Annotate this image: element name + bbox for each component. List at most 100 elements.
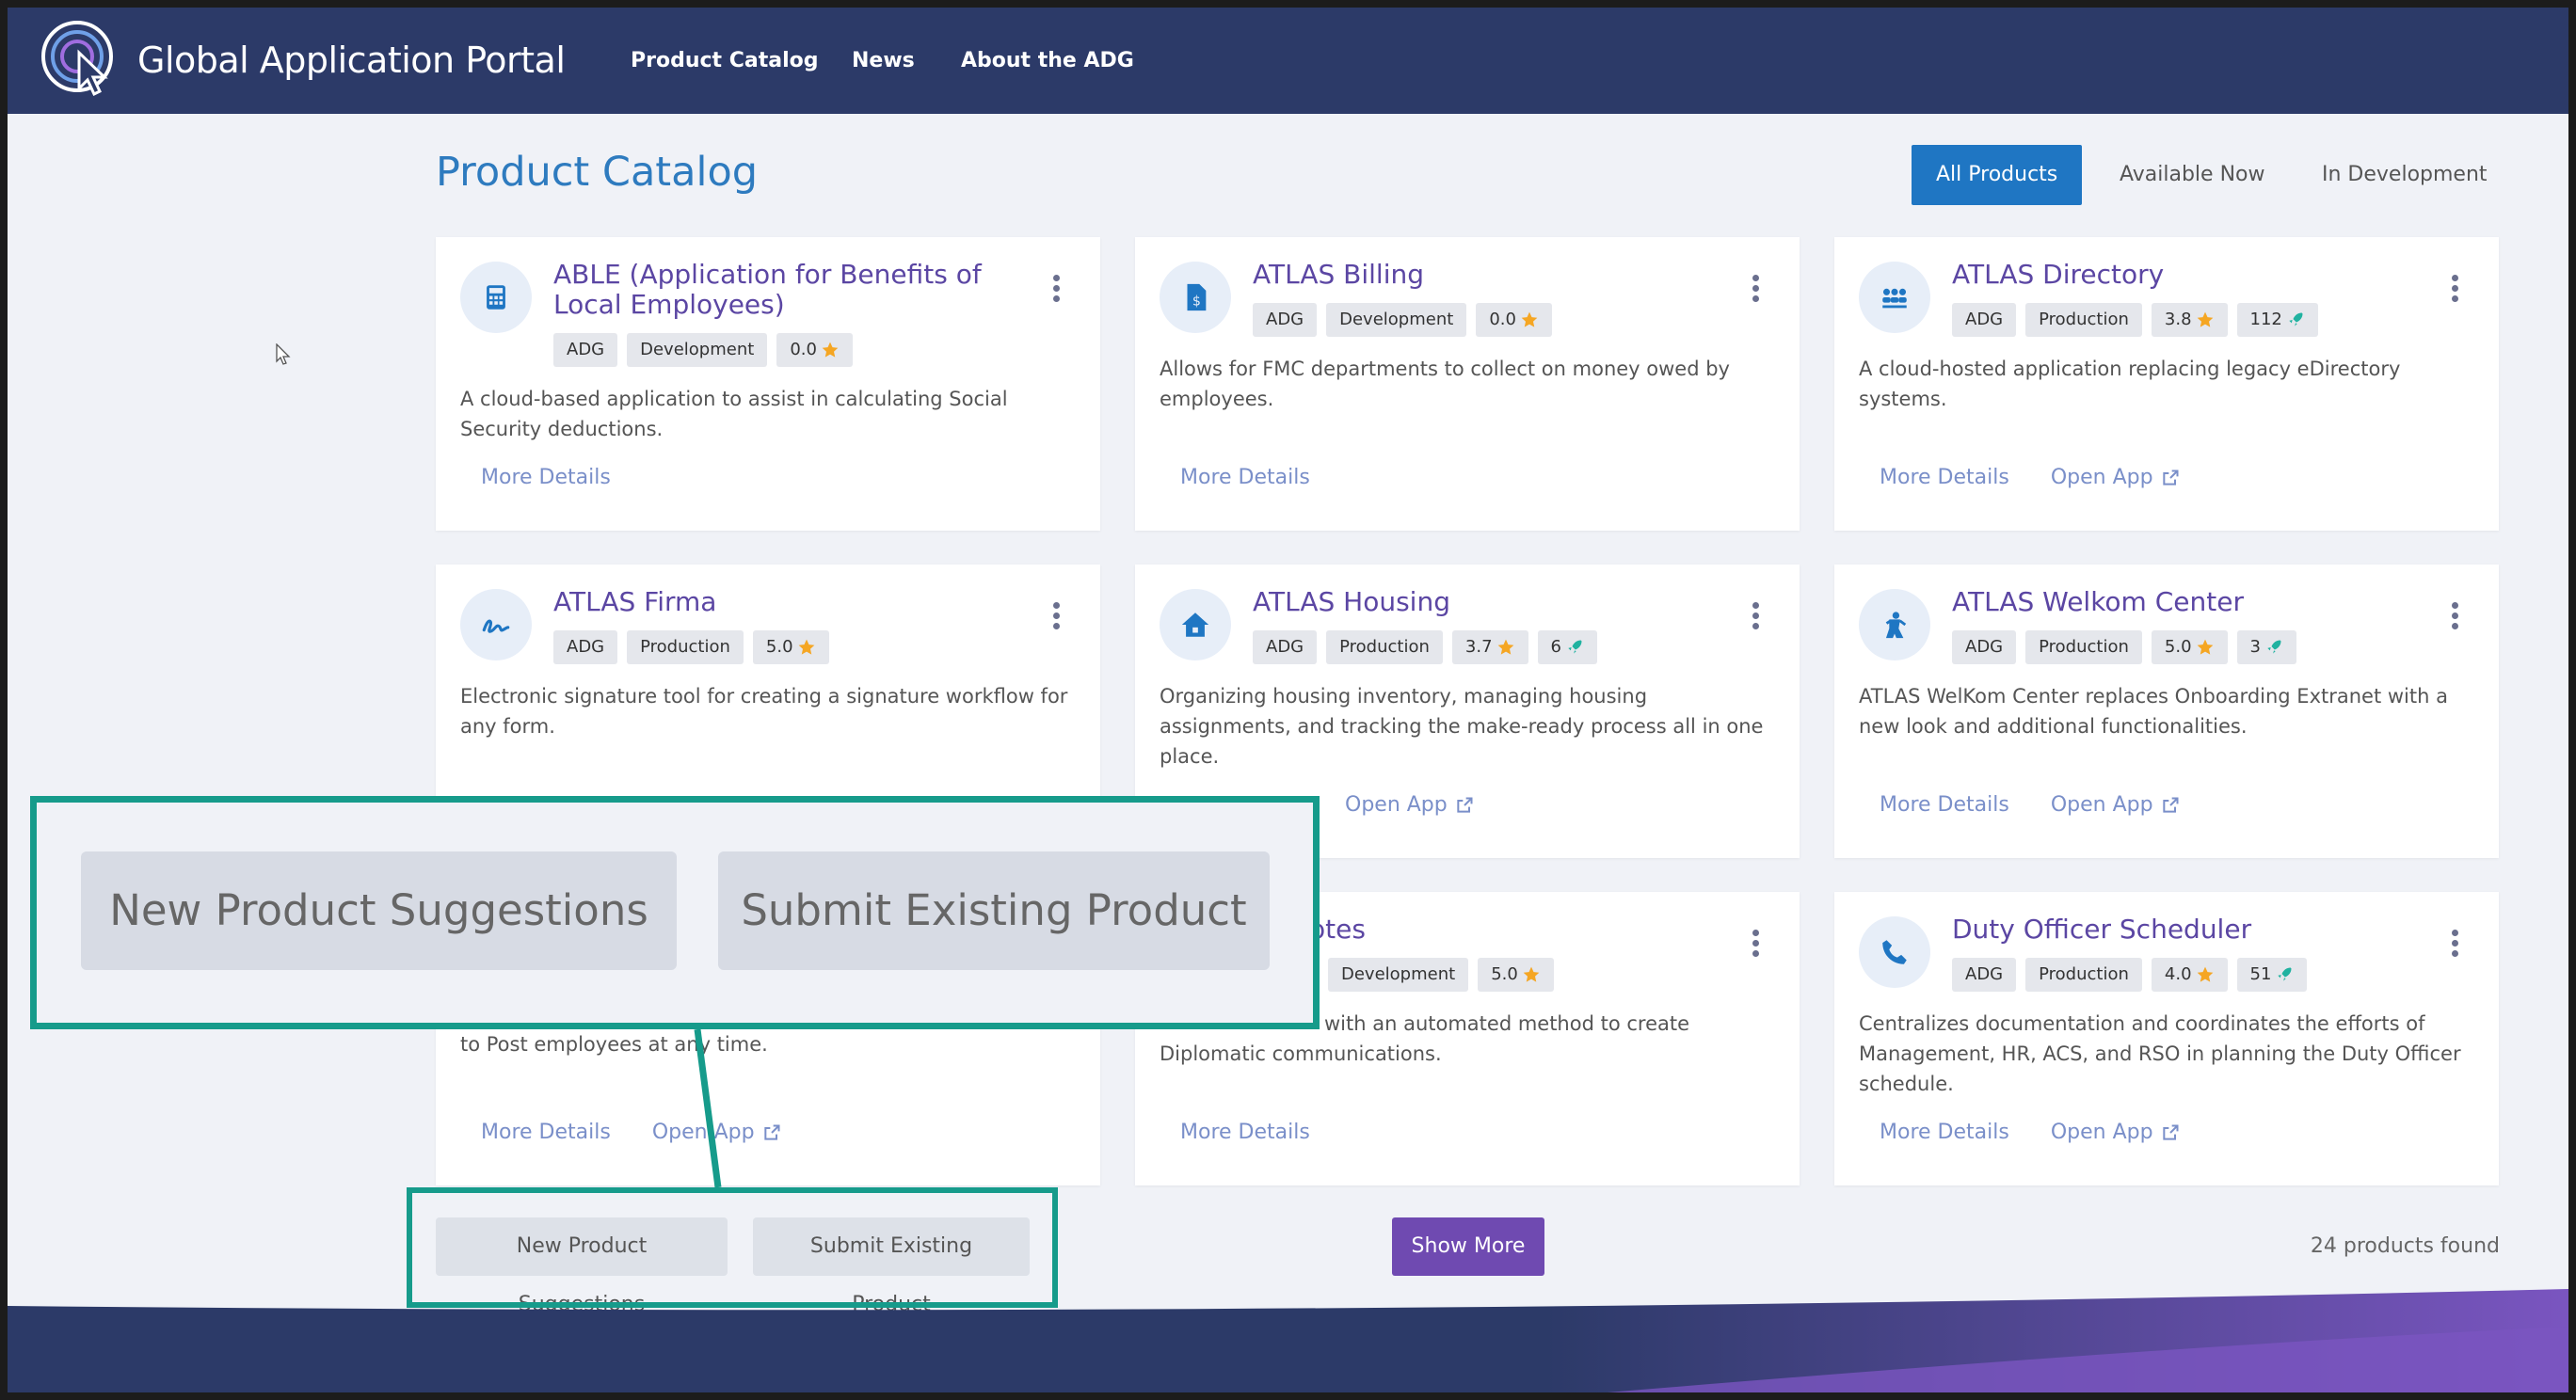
product-title[interactable]: ATLAS Housing bbox=[1253, 587, 1733, 617]
more-details-link[interactable]: More Details bbox=[1880, 1121, 2009, 1144]
nav-about-adg[interactable]: About the ADG bbox=[961, 8, 1134, 114]
card-menu-icon[interactable] bbox=[1051, 602, 1061, 630]
product-description: Organizing housing inventory, managing h… bbox=[1160, 685, 1764, 768]
more-details-link[interactable]: More Details bbox=[1180, 1121, 1310, 1144]
rating-value: 3.8 bbox=[2164, 310, 2192, 329]
launch-count-badge: 3 bbox=[2236, 630, 2296, 664]
mouse-cursor-icon bbox=[276, 343, 291, 365]
portal-logo-icon[interactable] bbox=[40, 19, 119, 98]
star-icon bbox=[798, 639, 814, 655]
open-app-label[interactable]: Open App bbox=[1345, 793, 1448, 817]
card-menu-icon[interactable] bbox=[2450, 602, 2459, 630]
nav-news[interactable]: News bbox=[852, 8, 915, 114]
more-details-link[interactable]: More Details bbox=[481, 1121, 611, 1144]
org-badge: ADG bbox=[1952, 958, 2017, 992]
product-title[interactable]: ATLAS Billing bbox=[1253, 260, 1733, 290]
rating-badge: 4.0 bbox=[2151, 958, 2228, 992]
card-menu-icon[interactable] bbox=[1051, 275, 1061, 303]
top-navbar: Global Application Portal Product Catalo… bbox=[8, 8, 2568, 114]
open-app-label[interactable]: Open App bbox=[652, 1121, 755, 1144]
open-app-label[interactable]: Open App bbox=[2051, 793, 2153, 817]
card-menu-icon[interactable] bbox=[1751, 602, 1760, 630]
rating-value: 5.0 bbox=[1491, 964, 1518, 984]
more-details-link[interactable]: More Details bbox=[1880, 466, 2009, 489]
svg-text:$: $ bbox=[1192, 294, 1201, 310]
rocket-icon bbox=[2289, 312, 2303, 326]
page-title: Product Catalog bbox=[436, 149, 759, 196]
filter-in-development[interactable]: In Development bbox=[2297, 145, 2512, 205]
product-title[interactable]: ATLAS Directory bbox=[1952, 260, 2432, 290]
rating-badge: 5.0 bbox=[2151, 630, 2228, 664]
filter-all-products[interactable]: All Products bbox=[1912, 145, 2083, 205]
org-badge: ADG bbox=[553, 630, 618, 664]
org-badge: ADG bbox=[1952, 303, 2017, 337]
status-badge: Production bbox=[627, 630, 744, 664]
more-details-link[interactable]: More Details bbox=[1180, 466, 1310, 489]
app-title[interactable]: Global Application Portal bbox=[137, 8, 566, 114]
rocket-icon bbox=[1568, 640, 1582, 654]
product-description: A cloud-based application to assist in c… bbox=[460, 388, 1008, 440]
open-app-link[interactable]: Open App bbox=[652, 1121, 781, 1144]
nav-product-catalog[interactable]: Product Catalog bbox=[631, 8, 818, 114]
card-menu-icon[interactable] bbox=[1751, 275, 1760, 303]
launch-count: 3 bbox=[2249, 637, 2261, 657]
more-details-link[interactable]: More Details bbox=[1880, 793, 2009, 817]
product-description: Allows for FMC departments to collect on… bbox=[1160, 358, 1730, 410]
open-app-label[interactable]: Open App bbox=[2051, 1121, 2153, 1144]
open-app-link[interactable]: Open App bbox=[2051, 466, 2180, 489]
product-title[interactable]: Duty Officer Scheduler bbox=[1952, 915, 2432, 945]
launch-count-badge: 51 bbox=[2236, 958, 2308, 992]
star-icon bbox=[2197, 966, 2213, 982]
rating-badge: 5.0 bbox=[752, 630, 829, 664]
rating-badge: 5.0 bbox=[1478, 958, 1554, 992]
product-card-able[interactable]: ABLE (Application for Benefits of Local … bbox=[436, 237, 1100, 531]
zoom-new-product-suggestions-button[interactable]: New Product Suggestions bbox=[81, 851, 677, 970]
card-menu-icon[interactable] bbox=[2450, 275, 2459, 303]
phone-icon bbox=[1859, 916, 1930, 988]
open-app-label[interactable]: Open App bbox=[2051, 466, 2153, 489]
product-title[interactable]: ATLAS Firma bbox=[553, 587, 1033, 617]
zoom-submit-existing-product-button[interactable]: Submit Existing Product bbox=[718, 851, 1270, 970]
rating-value: 5.0 bbox=[765, 637, 793, 657]
product-description: Electronic signature tool for creating a… bbox=[460, 685, 1068, 738]
external-link-icon bbox=[2162, 797, 2179, 813]
status-badge: Production bbox=[2025, 958, 2142, 992]
star-icon bbox=[2197, 311, 2213, 327]
status-badge: Production bbox=[2025, 630, 2142, 664]
product-card-atlas-welkom[interactable]: ATLAS Welkom Center ADG Production 5.0 3… bbox=[1834, 565, 2499, 858]
card-menu-icon[interactable] bbox=[1751, 930, 1760, 958]
open-app-link[interactable]: Open App bbox=[1345, 793, 1474, 817]
launch-count-badge: 112 bbox=[2236, 303, 2318, 337]
product-title[interactable]: ABLE (Application for Benefits of Local … bbox=[553, 260, 1033, 320]
external-link-icon bbox=[2162, 1124, 2179, 1140]
star-icon bbox=[1497, 639, 1513, 655]
rating-value: 0.0 bbox=[790, 340, 817, 359]
product-description: to Post employees at any time. bbox=[460, 1033, 768, 1056]
card-menu-icon[interactable] bbox=[2450, 930, 2459, 958]
product-card-atlas-billing[interactable]: $ ATLAS Billing ADG Development 0.0 Allo… bbox=[1135, 237, 1800, 531]
browser-viewport: Global Application Portal Product Catalo… bbox=[8, 8, 2568, 1392]
product-description: A cloud-hosted application replacing leg… bbox=[1859, 358, 2401, 410]
star-icon bbox=[822, 342, 839, 358]
external-link-icon bbox=[2162, 469, 2179, 485]
rating-badge: 3.8 bbox=[2151, 303, 2228, 337]
product-description: ATLAS WelKom Center replaces Onboarding … bbox=[1859, 685, 2448, 738]
open-app-link[interactable]: Open App bbox=[2051, 793, 2180, 817]
star-icon bbox=[2197, 639, 2213, 655]
rating-badge: 3.7 bbox=[1451, 630, 1528, 664]
org-badge: ADG bbox=[553, 333, 618, 367]
status-badge: Development bbox=[627, 333, 768, 367]
products-found-count: 24 products found bbox=[2310, 1234, 2500, 1258]
filter-available-now[interactable]: Available Now bbox=[2095, 145, 2289, 205]
show-more-button[interactable]: Show More bbox=[1392, 1217, 1544, 1276]
product-title[interactable]: otes bbox=[1309, 915, 1789, 945]
highlight-box-small bbox=[407, 1187, 1058, 1308]
person-icon bbox=[1859, 589, 1930, 660]
product-card-duty-officer[interactable]: Duty Officer Scheduler ADG Production 4.… bbox=[1834, 892, 2499, 1185]
external-link-icon bbox=[1457, 797, 1473, 813]
product-card-atlas-directory[interactable]: ATLAS Directory ADG Production 3.8 112 A… bbox=[1834, 237, 2499, 531]
product-title[interactable]: ATLAS Welkom Center bbox=[1952, 587, 2432, 617]
more-details-link[interactable]: More Details bbox=[481, 466, 611, 489]
zoom-callout-box: New Product Suggestions Submit Existing … bbox=[30, 796, 1320, 1029]
open-app-link[interactable]: Open App bbox=[2051, 1121, 2180, 1144]
